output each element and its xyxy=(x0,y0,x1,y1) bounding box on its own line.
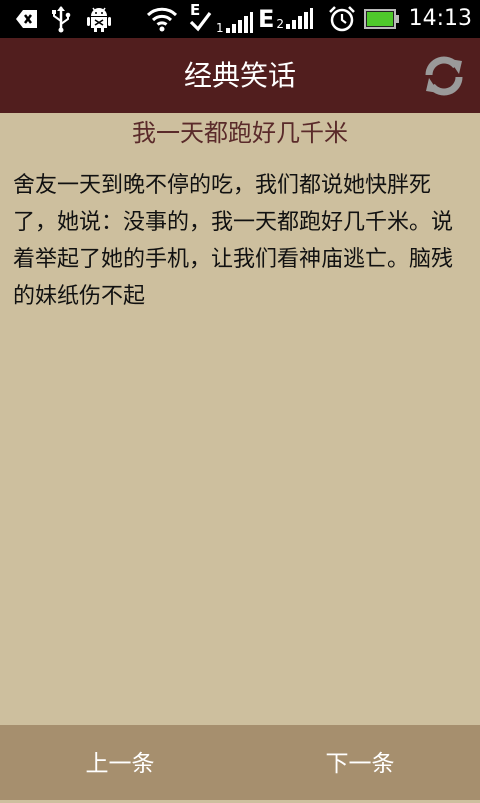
status-time: 14:13 xyxy=(408,6,472,31)
refresh-button[interactable] xyxy=(420,52,468,100)
signal-icon: 1 xyxy=(216,9,253,37)
joke-title: 我一天都跑好几千米 xyxy=(132,119,348,147)
signal-icon: E 2 xyxy=(258,5,314,33)
data-transfer-icon: E xyxy=(188,1,212,32)
battery-icon xyxy=(364,5,400,33)
joke-content: 我一天都跑好几千米 舍友一天到晚不停的吃，我们都说她快胖死了，她说：没事的，我一… xyxy=(0,113,480,725)
page-title: 经典笑话 xyxy=(183,59,296,92)
app-header: 经典笑话 xyxy=(0,38,480,113)
previous-button[interactable]: 上一条 xyxy=(0,725,240,800)
android-debug-icon xyxy=(86,5,112,33)
wifi-icon xyxy=(146,5,178,33)
joke-body: 舍友一天到晚不停的吃，我们都说她快胖死了，她说：没事的，我一天都跑好几千米。说着… xyxy=(13,173,454,309)
back-icon xyxy=(14,5,40,33)
usb-icon xyxy=(50,5,72,33)
alarm-icon xyxy=(328,5,356,33)
bottom-nav: 上一条 下一条 xyxy=(0,725,480,800)
next-button[interactable]: 下一条 xyxy=(240,725,480,800)
refresh-icon xyxy=(425,56,463,96)
status-bar: E 1 E 2 14:13 xyxy=(0,0,480,38)
